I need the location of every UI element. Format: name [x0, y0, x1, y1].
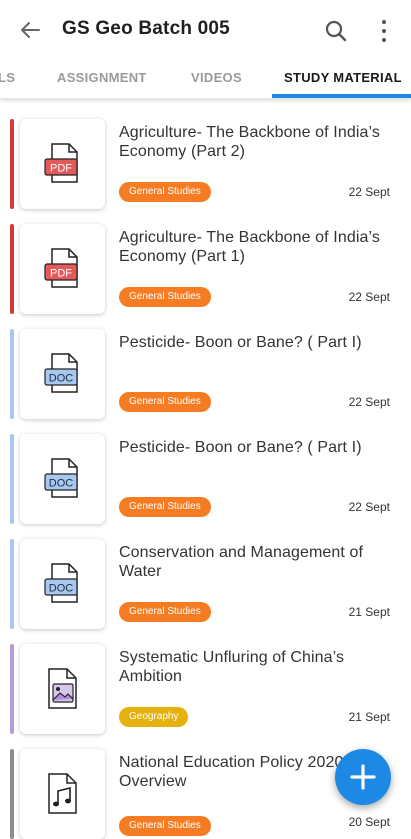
item-title: Pesticide- Boon or Bane? ( Part I): [119, 439, 362, 456]
more-options-icon[interactable]: [372, 18, 396, 44]
item-date: 22 Sept: [348, 500, 390, 514]
app-bar: GS Geo Batch 005: [0, 0, 411, 60]
subject-tag: Geography: [119, 707, 189, 727]
pdf-icon: PDF: [20, 224, 105, 314]
image-file-icon: [20, 644, 105, 734]
item-date: 22 Sept: [348, 395, 390, 409]
item-color-stripe: [10, 434, 14, 524]
svg-text:PDF: PDF: [50, 268, 72, 280]
item-color-stripe: [10, 224, 14, 314]
subject-tag: General Studies: [119, 816, 211, 836]
subject-tag: General Studies: [119, 602, 211, 622]
back-arrow-icon[interactable]: [16, 16, 44, 44]
item-date: 21 Sept: [348, 605, 390, 619]
svg-text:PDF: PDF: [50, 163, 72, 175]
plus-icon: [350, 764, 376, 790]
subject-tag: General Studies: [119, 392, 211, 412]
subject-tag: General Studies: [119, 497, 211, 517]
tab-bar: LS ASSIGNMENT VIDEOS STUDY MATERIAL: [0, 60, 411, 99]
subject-tag: General Studies: [119, 287, 211, 307]
item-color-stripe: [10, 539, 14, 629]
svg-text:DOC: DOC: [48, 373, 73, 385]
svg-text:DOC: DOC: [48, 478, 73, 490]
item-title: Agriculture- The Backbone of India’s Eco…: [119, 124, 380, 160]
list-item[interactable]: PDF Agriculture- The Backbone of India’s…: [10, 119, 411, 209]
item-title: Pesticide- Boon or Bane? ( Part I): [119, 334, 362, 351]
item-title: Agriculture- The Backbone of India’s Eco…: [119, 229, 380, 265]
list-item[interactable]: PDF Agriculture- The Backbone of India’s…: [10, 224, 411, 314]
tab-videos[interactable]: VIDEOS: [191, 70, 242, 85]
list-item[interactable]: DOC Conservation and Management of Water…: [10, 539, 411, 629]
item-color-stripe: [10, 329, 14, 419]
pdf-icon: PDF: [20, 119, 105, 209]
item-color-stripe: [10, 119, 14, 209]
svg-text:DOC: DOC: [48, 583, 73, 595]
search-icon[interactable]: [323, 18, 349, 44]
add-button[interactable]: [335, 749, 391, 805]
doc-icon: DOC: [20, 434, 105, 524]
item-date: 21 Sept: [348, 710, 390, 724]
tab-tests[interactable]: LS: [0, 70, 15, 85]
list-item[interactable]: DOC Pesticide- Boon or Bane? ( Part I) G…: [10, 434, 411, 524]
tab-assignment[interactable]: ASSIGNMENT: [57, 70, 147, 85]
page-title: GS Geo Batch 005: [62, 18, 230, 39]
item-date: 22 Sept: [348, 185, 390, 199]
active-tab-indicator: [272, 94, 411, 98]
audio-file-icon: [20, 749, 105, 839]
list-item[interactable]: DOC Pesticide- Boon or Bane? ( Part I) G…: [10, 329, 411, 419]
tab-study-material[interactable]: STUDY MATERIAL: [284, 70, 402, 85]
item-color-stripe: [10, 749, 14, 839]
item-title: Systematic Unfluring of China’s Ambition: [119, 649, 345, 685]
item-color-stripe: [10, 644, 14, 734]
item-date: 22 Sept: [348, 290, 390, 304]
subject-tag: General Studies: [119, 182, 211, 202]
item-title: Conservation and Management of Water: [119, 544, 364, 580]
doc-icon: DOC: [20, 539, 105, 629]
doc-icon: DOC: [20, 329, 105, 419]
list-item[interactable]: Systematic Unfluring of China’s Ambition…: [10, 644, 411, 734]
item-date: 20 Sept: [348, 815, 390, 829]
